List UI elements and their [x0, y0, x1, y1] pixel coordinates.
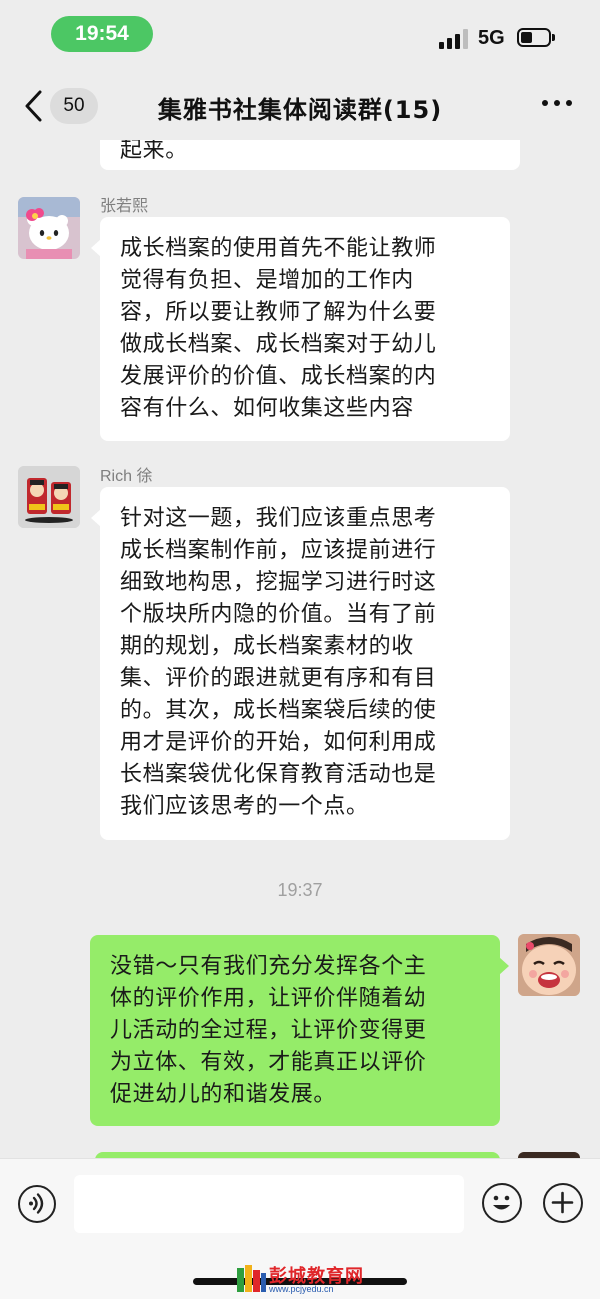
voice-icon	[29, 1193, 44, 1214]
status-time: 19:54	[51, 16, 153, 52]
message-line: 体的评价作用，让评价伴随着幼	[110, 986, 427, 1011]
laughing-baby-avatar-icon	[518, 934, 580, 996]
cellular-signal-icon	[439, 29, 469, 49]
message-line: 为立体、有效，才能真正以评价	[110, 1050, 427, 1075]
more-functions-button[interactable]	[543, 1183, 583, 1223]
network-type: 5G	[478, 27, 505, 49]
message-line: 没错～只有我们充分发挥各个主	[110, 954, 427, 979]
chat-header: 50 集雅书社集体阅读群(15)	[0, 72, 600, 140]
message-line: 觉得有负担、是增加的工作内	[120, 268, 414, 293]
message-line: 我们应该思考的一个点。	[120, 794, 369, 819]
avatar-zhang-ruoxi[interactable]	[18, 197, 80, 259]
watermark: 彭城教育网 www.pcjyedu.cn	[235, 1262, 375, 1296]
plus-icon	[551, 1191, 574, 1214]
message-bubble[interactable]: 针对这一题，我们应该重点思考 成长档案制作前，应该提前进行 细致地构思，挖掘学习…	[91, 487, 510, 840]
unread-count-badge[interactable]: 50	[50, 88, 98, 124]
message-line: 促进幼儿的和谐发展。	[110, 1082, 337, 1107]
message-line: 做成长档案、成长档案对于幼儿	[120, 332, 437, 357]
partial-message-clip: 起来。	[0, 140, 600, 170]
message-line: 用才是评价的开始，如何利用成	[120, 730, 437, 755]
message-line: 儿活动的全过程，让评价变得更	[110, 1018, 427, 1043]
chat-title: 集雅书社集体阅读群(15)	[157, 96, 443, 124]
message-line: 成长档案的使用首先不能让教师	[120, 236, 437, 261]
message-line: 个版块所内隐的价值。当有了前	[120, 602, 437, 627]
message-line: 集、评价的跟进就更有序和有目	[120, 666, 437, 691]
message-line: 期的规划，成长档案素材的收	[120, 634, 414, 659]
sender-name: 张若熙	[100, 198, 149, 215]
time-divider: 19:37	[277, 880, 323, 900]
message-bubble-partial[interactable]: 起来。	[100, 140, 520, 170]
message-line: 细致地构思，挖掘学习进行时这	[120, 570, 437, 595]
message-bubble-self[interactable]: 没错～只有我们充分发挥各个主 体的评价作用，让评价伴随着幼 儿活动的全过程，让评…	[90, 935, 509, 1126]
hello-kitty-avatar-icon	[18, 197, 80, 259]
message-line: 长档案袋优化保育教育活动也是	[120, 762, 437, 787]
message-line: 成长档案制作前，应该提前进行	[120, 538, 437, 563]
message-line: 发展评价的价值、成长档案的内	[120, 364, 437, 389]
emoji-button[interactable]	[482, 1183, 522, 1223]
watermark-url: www.pcjyedu.cn	[269, 1284, 334, 1294]
more-options-button[interactable]	[540, 98, 574, 110]
status-bar: 19:54 5G	[0, 0, 600, 72]
avatar-rich-xu[interactable]	[18, 466, 80, 528]
avatar-self[interactable]	[518, 934, 580, 996]
chevron-left-icon	[25, 90, 42, 122]
voice-input-button[interactable]	[18, 1185, 56, 1223]
message-line: 针对这一题，我们应该重点思考	[120, 506, 437, 531]
battery-icon	[517, 28, 555, 47]
message-text-input[interactable]	[74, 1175, 464, 1233]
books-logo-icon	[237, 1265, 266, 1292]
message-bubble[interactable]: 成长档案的使用首先不能让教师 觉得有负担、是增加的工作内 容，所以要让教师了解为…	[91, 217, 510, 441]
sender-name: Rich 徐	[100, 468, 153, 485]
message-line: 容有什么、如何收集这些内容	[120, 396, 414, 421]
back-button[interactable]	[20, 86, 50, 126]
message-line: 容，所以要让教师了解为什么要	[120, 300, 437, 325]
emoji-icon	[493, 1195, 510, 1210]
cartoon-figures-avatar-icon	[18, 466, 80, 528]
message-text: 起来。	[120, 140, 188, 163]
message-line: 的。其次，成长档案袋后续的使	[120, 698, 437, 723]
